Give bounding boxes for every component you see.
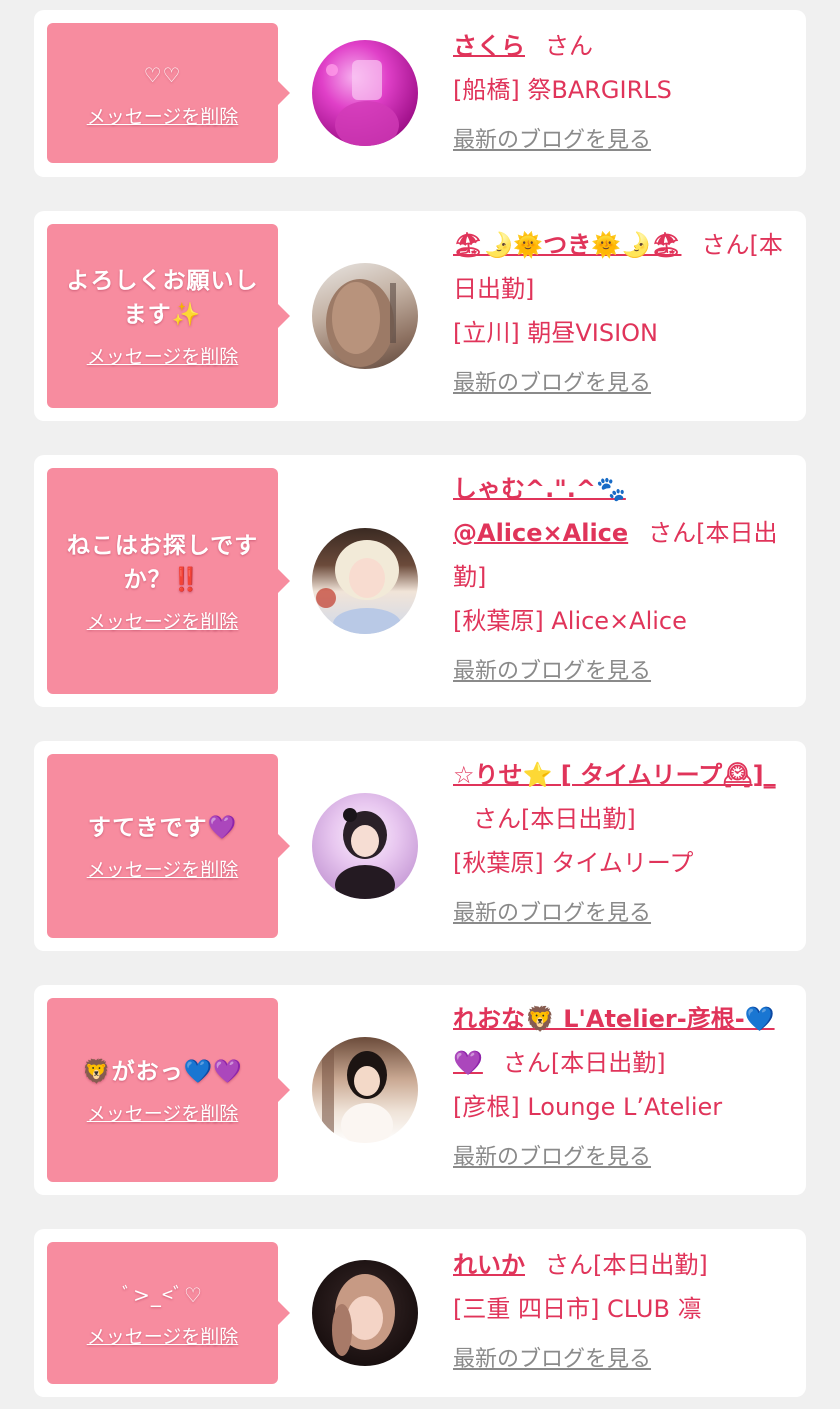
shop-name: [三重 四日市] CLUB 凛 bbox=[453, 1295, 702, 1323]
attendance-status: [本日出勤] bbox=[550, 1049, 666, 1077]
message-bubble: ♡♡ メッセージを削除 bbox=[47, 23, 290, 163]
honorific: さん bbox=[473, 805, 521, 833]
avatar-photo bbox=[326, 279, 396, 367]
message-bubble: すてきです💜 メッセージを削除 bbox=[47, 754, 290, 938]
avatar[interactable] bbox=[312, 1260, 418, 1366]
delete-message-link[interactable]: メッセージを削除 bbox=[87, 1322, 239, 1349]
avatar[interactable] bbox=[312, 40, 418, 146]
cast-name-link[interactable]: れいか bbox=[453, 1251, 525, 1279]
message-text: 🦁がおっ💙💜 bbox=[82, 1058, 243, 1085]
message-bubble: 🦁がおっ💙💜 メッセージを削除 bbox=[47, 998, 290, 1182]
message-card: 🦁がおっ💙💜 メッセージを削除 れおな🦁 L'Atelier-彦根-💙💜 さん[本… bbox=[34, 985, 806, 1195]
message-card: ♡♡ メッセージを削除 さくら さん [船橋] 祭BARGIRLS 最新のブログを… bbox=[34, 10, 806, 177]
delete-message-link[interactable]: メッセージを削除 bbox=[87, 607, 239, 634]
latest-blog-link[interactable]: 最新のブログを見る bbox=[453, 1341, 651, 1373]
honorific: さん bbox=[701, 231, 750, 259]
message-card: すてきです💜 メッセージを削除 ☆りせ⭐ [ タイムリープ🕰]_ さん[本日出勤]… bbox=[34, 741, 806, 951]
message-text: ねこはお探しですか？‼️ bbox=[66, 532, 259, 593]
cast-name-line: れおな🦁 L'Atelier-彦根-💙💜 さん[本日出勤] bbox=[453, 997, 783, 1085]
latest-blog-link[interactable]: 最新のブログを見る bbox=[453, 1139, 651, 1171]
shop-name: [船橋] 祭BARGIRLS bbox=[453, 76, 672, 104]
cast-name-line: しゃむ^.".^🐾@Alice×Alice さん[本日出勤] bbox=[453, 467, 783, 599]
honorific: さん bbox=[545, 32, 593, 60]
shop-name: [立川] 朝昼VISION bbox=[453, 319, 659, 347]
avatar[interactable] bbox=[312, 793, 418, 899]
message-text: ♡♡ bbox=[143, 62, 182, 87]
cast-name-link[interactable]: さくら bbox=[453, 32, 525, 60]
latest-blog-link[interactable]: 最新のブログを見る bbox=[453, 653, 651, 685]
avatar[interactable] bbox=[312, 263, 418, 369]
message-card: ﾞ>_<ﾞ♡ メッセージを削除 れいか さん[本日出勤] [三重 四日市] CLU… bbox=[34, 1229, 806, 1397]
shop-name: [彦根] Lounge L’Atelier bbox=[453, 1093, 723, 1121]
message-list: ♡♡ メッセージを削除 さくら さん [船橋] 祭BARGIRLS 最新のブログを… bbox=[0, 0, 840, 1409]
shop-name: [秋葉原] Alice×Alice bbox=[453, 607, 687, 635]
cast-info: さくら さん [船橋] 祭BARGIRLS 最新のブログを見る bbox=[453, 24, 783, 154]
cast-name-line: 🏖🌛🌞つき🌞🌛🏖 さん[本日出勤] bbox=[453, 223, 783, 311]
avatar[interactable] bbox=[312, 1037, 418, 1143]
message-card: よろしくお願いします✨ メッセージを削除 🏖🌛🌞つき🌞🌛🏖 さん[本日出勤] [立… bbox=[34, 211, 806, 421]
attendance-status: [本日出勤] bbox=[593, 1251, 708, 1279]
cast-info: 🏖🌛🌞つき🌞🌛🏖 さん[本日出勤] [立川] 朝昼VISION 最新のブログを見る bbox=[453, 223, 783, 397]
avatar-photo bbox=[322, 1047, 393, 1143]
delete-message-link[interactable]: メッセージを削除 bbox=[87, 342, 239, 369]
cast-name-line: ☆りせ⭐ [ タイムリープ🕰]_ さん[本日出勤] bbox=[453, 753, 783, 841]
honorific: さん bbox=[545, 1251, 593, 1279]
cast-name-link[interactable]: しゃむ^.".^🐾@Alice×Alice bbox=[453, 475, 628, 547]
avatar-photo bbox=[332, 1274, 395, 1356]
message-bubble: ねこはお探しですか？‼️ メッセージを削除 bbox=[47, 468, 290, 694]
avatar-photo bbox=[335, 808, 395, 899]
avatar-photo bbox=[316, 540, 401, 634]
cast-info: れおな🦁 L'Atelier-彦根-💙💜 さん[本日出勤] [彦根] Lounge… bbox=[453, 997, 783, 1171]
cast-info: ☆りせ⭐ [ タイムリープ🕰]_ さん[本日出勤] [秋葉原] タイムリープ 最新… bbox=[453, 753, 783, 927]
delete-message-link[interactable]: メッセージを削除 bbox=[87, 1099, 239, 1126]
message-text: ﾞ>_<ﾞ♡ bbox=[122, 1282, 203, 1307]
delete-message-link[interactable]: メッセージを削除 bbox=[87, 855, 239, 882]
honorific: さん bbox=[502, 1049, 551, 1077]
attendance-status: [本日出勤] bbox=[521, 805, 636, 833]
cast-name-link[interactable]: 🏖🌛🌞つき🌞🌛🏖 bbox=[453, 231, 681, 259]
latest-blog-link[interactable]: 最新のブログを見る bbox=[453, 365, 651, 397]
cast-info: れいか さん[本日出勤] [三重 四日市] CLUB 凛 最新のブログを見る bbox=[453, 1243, 783, 1373]
message-bubble: ﾞ>_<ﾞ♡ メッセージを削除 bbox=[47, 1242, 290, 1384]
message-bubble: よろしくお願いします✨ メッセージを削除 bbox=[47, 224, 290, 408]
latest-blog-link[interactable]: 最新のブログを見る bbox=[453, 122, 651, 154]
message-text: よろしくお願いします✨ bbox=[66, 267, 259, 328]
avatar[interactable] bbox=[312, 528, 418, 634]
shop-name: [秋葉原] タイムリープ bbox=[453, 849, 694, 877]
delete-message-link[interactable]: メッセージを削除 bbox=[87, 102, 239, 129]
message-text: すてきです💜 bbox=[87, 814, 238, 841]
cast-info: しゃむ^.".^🐾@Alice×Alice さん[本日出勤] [秋葉原] Alic… bbox=[453, 467, 783, 685]
latest-blog-link[interactable]: 最新のブログを見る bbox=[453, 895, 651, 927]
cast-name-line: さくら さん bbox=[453, 24, 783, 68]
honorific: さん bbox=[648, 519, 697, 547]
cast-name-line: れいか さん[本日出勤] bbox=[453, 1243, 783, 1287]
avatar-photo bbox=[326, 60, 399, 146]
cast-name-link[interactable]: ☆りせ⭐ [ タイムリープ🕰]_ bbox=[453, 761, 776, 789]
message-card: ねこはお探しですか？‼️ メッセージを削除 しゃむ^.".^🐾@Alice×Al… bbox=[34, 455, 806, 707]
